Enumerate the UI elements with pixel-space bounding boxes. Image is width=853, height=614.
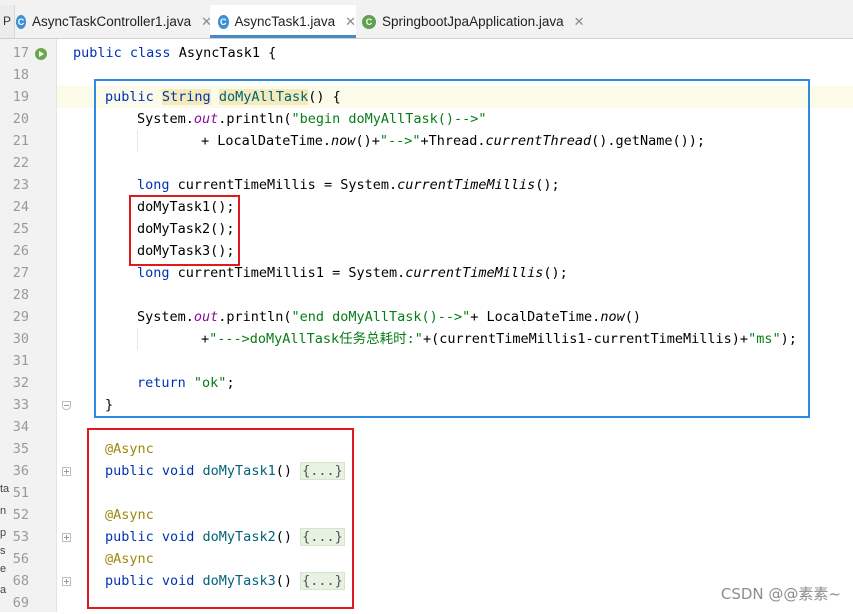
tab-springbootjpaapplication[interactable]: C SpringbootJpaApplication.java ✕ <box>362 5 602 38</box>
code-line: public class AsyncTask1 { <box>73 45 277 61</box>
gutter-line: 25 <box>12 221 29 237</box>
clipped-panel-text: p <box>0 527 7 539</box>
gutter-line: 69 <box>12 595 29 611</box>
gutter-line: 27 <box>12 265 29 281</box>
gutter-line: 34 <box>12 419 29 435</box>
line-number-gutter[interactable]: 17 18 19 20 21 22 23 24 25 26 27 28 29 3… <box>0 39 71 612</box>
code-line: +"--->doMyAllTask任务总耗时:"+(currentTimeMil… <box>201 331 797 347</box>
code-line: return "ok"; <box>137 375 235 391</box>
gutter-line: 24 <box>12 199 29 215</box>
code-line: doMyTask1(); <box>137 199 235 215</box>
folded-code-block[interactable]: {...} <box>300 572 345 590</box>
code-line: doMyTask2(); <box>137 221 235 237</box>
code-line: doMyTask3(); <box>137 243 235 259</box>
clipped-panel-text: a <box>0 584 7 596</box>
gutter-line: 33 <box>12 397 29 413</box>
gutter-line: 68 <box>12 573 29 589</box>
gutter-line: 21 <box>12 133 29 149</box>
gutter-line: 31 <box>12 353 29 369</box>
clipped-panel-text: ta <box>0 483 10 495</box>
code-line: @Async <box>105 551 154 567</box>
gutter-line: 53 <box>12 529 29 545</box>
code-line: public String doMyAllTask() { <box>105 89 341 105</box>
tab-label: AsyncTaskController1.java <box>32 14 192 29</box>
tab-asynctaskcontroller1[interactable]: C AsyncTaskController1.java ✕ <box>16 5 212 38</box>
gutter-line: 28 <box>12 287 29 303</box>
close-icon[interactable]: ✕ <box>574 14 585 30</box>
gutter-line: 20 <box>12 111 29 127</box>
spring-boot-class-icon: C <box>362 14 376 29</box>
gutter-line: 36 <box>12 463 29 479</box>
code-line: public void doMyTask2() {...} <box>105 528 345 546</box>
gutter-line: 26 <box>12 243 29 259</box>
indent-guide <box>137 328 138 350</box>
folded-code-block[interactable]: {...} <box>300 462 345 480</box>
code-line: public void doMyTask1() {...} <box>105 462 345 480</box>
code-line: long currentTimeMillis = System.currentT… <box>137 177 560 193</box>
code-line: System.out.println("begin doMyAllTask()-… <box>137 111 487 127</box>
gutter-line: 23 <box>12 177 29 193</box>
gutter-line: 18 <box>12 67 29 83</box>
code-line: } <box>105 397 114 413</box>
code-line: @Async <box>105 441 154 457</box>
run-gutter-icon[interactable] <box>35 48 47 60</box>
java-class-icon: C <box>218 14 229 29</box>
gutter-line: 56 <box>12 551 29 567</box>
project-panel-stub[interactable]: P <box>0 5 15 38</box>
tab-label: AsyncTask1.java <box>234 14 336 29</box>
code-line: long currentTimeMillis1 = System.current… <box>137 265 568 281</box>
gutter-line: 29 <box>12 309 29 325</box>
project-panel-label: P <box>3 14 12 28</box>
watermark: CSDN @@素素~ <box>720 585 841 603</box>
gutter-line: 22 <box>12 155 29 171</box>
tab-label: SpringbootJpaApplication.java <box>382 14 564 29</box>
java-class-icon: C <box>16 14 27 29</box>
indent-guide <box>137 130 138 152</box>
gutter-line: 30 <box>12 331 29 347</box>
folded-code-block[interactable]: {...} <box>300 528 345 546</box>
tab-asynctask1[interactable]: C AsyncTask1.java ✕ <box>210 5 356 38</box>
gutter-line: 19 <box>12 89 29 105</box>
close-icon[interactable]: ✕ <box>345 14 356 30</box>
clipped-panel-text: n <box>0 505 7 517</box>
gutter-line: 32 <box>12 375 29 391</box>
code-line: System.out.println("end doMyAllTask()-->… <box>137 309 641 325</box>
editor-tab-bar: P C AsyncTaskController1.java ✕ C AsyncT… <box>0 5 853 39</box>
code-line: + LocalDateTime.now()+"-->"+Thread.curre… <box>201 133 705 149</box>
gutter-line: 17 <box>0 42 56 64</box>
clipped-panel-text: e <box>0 563 7 575</box>
gutter-line: 52 <box>12 507 29 523</box>
code-line: public void doMyTask3() {...} <box>105 572 345 590</box>
gutter-line: 35 <box>12 441 29 457</box>
code-line: @Async <box>105 507 154 523</box>
clipped-panel-text: s <box>0 545 6 557</box>
code-editor[interactable]: public class AsyncTask1 { public String … <box>57 39 853 612</box>
